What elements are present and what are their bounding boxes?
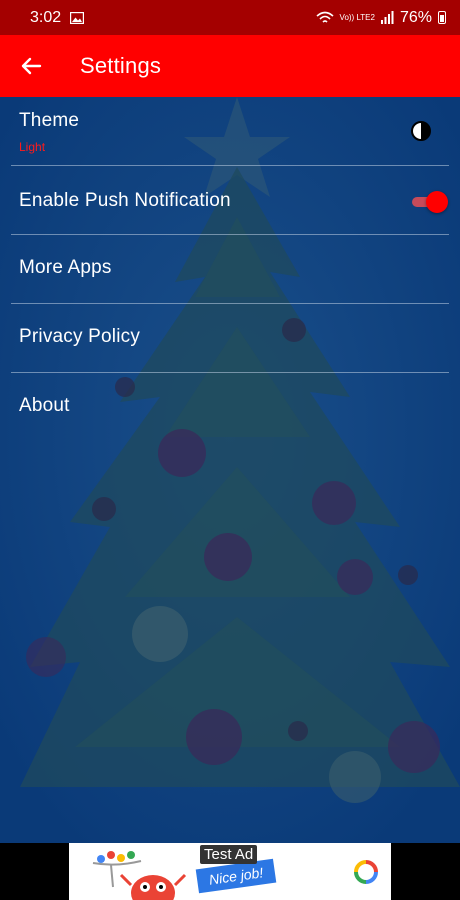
test-ad-label: Test Ad (200, 845, 258, 864)
ornament (204, 533, 252, 581)
ornament (312, 481, 356, 525)
ornament (92, 497, 116, 521)
page-title: Settings (80, 53, 162, 78)
ornament (186, 709, 242, 765)
theme-contrast-icon[interactable] (411, 121, 431, 141)
ad-area: Nice job! Test Ad (0, 843, 460, 900)
signal-icon (380, 11, 394, 24)
about-label: About (19, 395, 70, 416)
status-time: 3:02 (30, 8, 62, 26)
network-type-label: Vo)) LTE2 (339, 12, 375, 22)
theme-label: Theme (19, 110, 80, 131)
wifi-icon (316, 11, 334, 23)
back-arrow-icon (21, 57, 42, 75)
ornament (288, 721, 308, 741)
back-button[interactable] (0, 35, 62, 97)
status-left: 3:02 (30, 8, 85, 27)
push-notification-row: Enable Push Notification (11, 166, 449, 235)
ornament (388, 721, 440, 773)
status-right: Vo)) LTE2 76% (316, 9, 446, 27)
ornament (337, 559, 373, 595)
push-notification-label: Enable Push Notification (19, 190, 231, 211)
battery-icon (438, 11, 446, 24)
more-apps-row[interactable]: More Apps (11, 235, 449, 304)
image-notification-icon (70, 11, 85, 24)
app-bar: Settings (0, 35, 460, 97)
theme-setting-row[interactable]: Theme Light (11, 97, 449, 166)
privacy-policy-row[interactable]: Privacy Policy (11, 304, 449, 373)
more-apps-label: More Apps (19, 257, 112, 278)
ad-mascot-image (92, 851, 187, 900)
push-notification-toggle[interactable] (412, 191, 448, 213)
battery-percent: 76% (399, 8, 432, 26)
settings-list: Theme Light Enable Push Notification Mor… (0, 97, 460, 442)
toggle-thumb (426, 191, 448, 213)
ornament (398, 565, 418, 585)
ornament (132, 606, 188, 662)
theme-value: Light (19, 140, 46, 154)
ad-banner[interactable]: Nice job! Test Ad (69, 843, 391, 900)
ornament (329, 751, 381, 803)
status-bar: 3:02 Vo)) LTE2 76% (0, 0, 460, 35)
ornament (26, 637, 66, 677)
about-row[interactable]: About (11, 373, 449, 442)
privacy-policy-label: Privacy Policy (19, 326, 141, 347)
ad-logo-icon (354, 860, 378, 884)
